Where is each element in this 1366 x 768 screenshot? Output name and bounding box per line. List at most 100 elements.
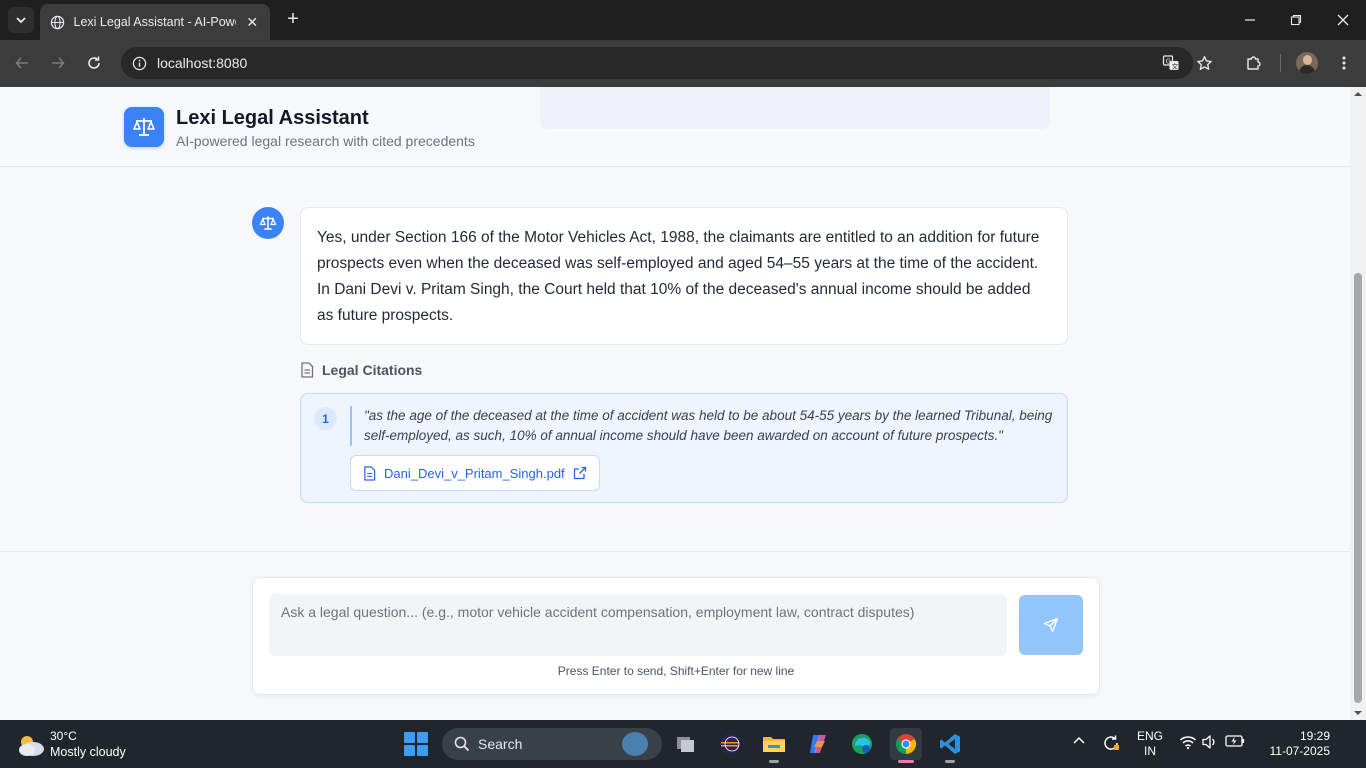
eclipse-icon [720,734,740,754]
windows-logo-pane [417,745,428,756]
browser-toolbar: localhost:8080 G文 [0,40,1366,87]
edge-icon [852,734,872,754]
vscode-icon [940,734,960,754]
minimize-icon [1245,19,1255,21]
page-scrollbar[interactable] [1350,87,1366,720]
task-view-icon [677,737,694,752]
scroll-up-icon[interactable] [1353,89,1363,99]
citation-file-link[interactable]: Dani_Devi_v_Pritam_Singh.pdf [350,455,600,491]
weather-temperature: 30°C [50,729,77,743]
taskbar-app-edge[interactable] [846,728,878,760]
language-code: ENG [1136,729,1163,743]
copilot-icon [810,735,826,753]
extensions-button[interactable] [1242,51,1266,75]
address-bar[interactable]: localhost:8080 G文 [121,47,1212,79]
toolbar-divider [1280,54,1281,72]
taskbar-app-eclipse[interactable] [714,728,746,760]
wifi-tray-icon[interactable] [1178,734,1198,750]
globe-icon [50,14,66,30]
windows-logo-pane [404,745,415,756]
app-title: Lexi Legal Assistant [176,107,369,129]
send-button[interactable] [1019,595,1083,655]
taskbar-app-vscode[interactable] [934,728,966,763]
translate-icon[interactable]: G文 [1159,51,1183,75]
tab-title: Lexi Legal Assistant - AI-Powered [73,15,237,29]
taskbar-app-chrome[interactable] [890,728,922,763]
taskbar-app-file-explorer[interactable] [758,728,790,763]
minimize-button[interactable] [1238,8,1262,32]
citations-header: Legal Citations [300,362,422,378]
reload-icon [88,56,100,69]
battery-charging-icon [1225,735,1245,747]
citation-number: 1 [314,407,337,430]
more-vertical-icon [1342,56,1346,70]
taskbar-search[interactable]: Search [442,728,662,760]
battery-tray-icon[interactable] [1224,734,1246,748]
taskbar: 30°C Mostly cloudy Search ENG IN 19:29 1… [0,720,1366,768]
running-indicator [769,760,779,763]
composer-hint: Press Enter to send, Shift+Enter for new… [557,664,795,678]
task-view-button[interactable] [670,728,702,760]
search-label: Search [478,736,523,752]
tab-search-button[interactable] [8,7,34,33]
citation-quote: "as the age of the deceased at the time … [350,406,1060,446]
puzzle-icon [1247,56,1261,70]
browser-menu-button[interactable] [1332,51,1356,75]
reload-button[interactable] [82,51,106,75]
bookmark-star-icon[interactable] [1192,51,1216,75]
svg-text:文: 文 [1172,61,1179,70]
system-clock[interactable]: 19:29 11-07-2025 [1254,729,1331,759]
folder-icon [763,737,785,752]
citations-label: Legal Citations [322,362,423,378]
forward-button[interactable] [46,51,70,75]
back-button[interactable] [10,51,34,75]
page-viewport: Lexi Legal Assistant AI-powered legal re… [0,87,1350,720]
chevron-up-icon [1073,736,1085,744]
windows-logo-pane [404,732,415,743]
composer-card: Press Enter to send, Shift+Enter for new… [252,577,1100,695]
browser-tab-bar: Lexi Legal Assistant - AI-Powered ✕ + [0,0,1366,40]
chevron-down-icon [16,17,26,24]
browser-tab-active[interactable]: Lexi Legal Assistant - AI-Powered ✕ [40,4,270,40]
restore-button[interactable] [1284,8,1308,32]
windows-logo-pane [417,732,428,743]
scroll-down-icon[interactable] [1353,708,1363,718]
assistant-message: Yes, under Section 166 of the Motor Vehi… [300,207,1068,345]
region-code: IN [1144,744,1156,758]
assistant-avatar [252,207,284,239]
active-indicator [898,760,914,763]
volume-tray-icon[interactable] [1200,734,1220,750]
header-decoration [540,87,1050,129]
chrome-icon [895,734,917,755]
scrollbar-thumb[interactable] [1354,273,1362,703]
document-icon [301,362,314,378]
search-icon [454,736,470,752]
input-language[interactable]: ENG IN [1136,729,1164,759]
tab-close-icon[interactable]: ✕ [244,14,260,31]
profile-avatar[interactable] [1296,52,1318,74]
weather-description: Mostly cloudy [50,745,126,759]
taskbar-app-copilot[interactable] [802,728,834,760]
close-icon [1337,14,1349,26]
site-info-icon[interactable] [123,47,155,79]
start-button[interactable] [404,732,428,756]
cloudy-sun-icon[interactable] [16,732,46,758]
scale-icon [259,216,277,230]
clock-date: 11-07-2025 [1269,744,1331,758]
citation-card: 1 "as the age of the deceased at the tim… [300,393,1068,503]
app-logo [124,107,164,147]
new-tab-button[interactable]: + [282,8,304,30]
wifi-icon [1179,736,1197,750]
composer-area: Press Enter to send, Shift+Enter for new… [0,551,1350,720]
sync-tray-icon[interactable] [1101,734,1121,752]
app-header: Lexi Legal Assistant AI-powered legal re… [0,87,1350,167]
send-icon [1043,617,1059,633]
citation-file-name: Dani_Devi_v_Pritam_Singh.pdf [384,465,565,481]
scale-icon [133,118,155,136]
question-input[interactable] [269,594,1007,656]
restore-icon [1290,14,1302,26]
show-hidden-icons[interactable] [1070,734,1088,748]
close-window-button[interactable] [1331,8,1355,32]
assistant-message-text: Yes, under Section 166 of the Motor Vehi… [317,229,1040,324]
file-icon [364,465,376,481]
